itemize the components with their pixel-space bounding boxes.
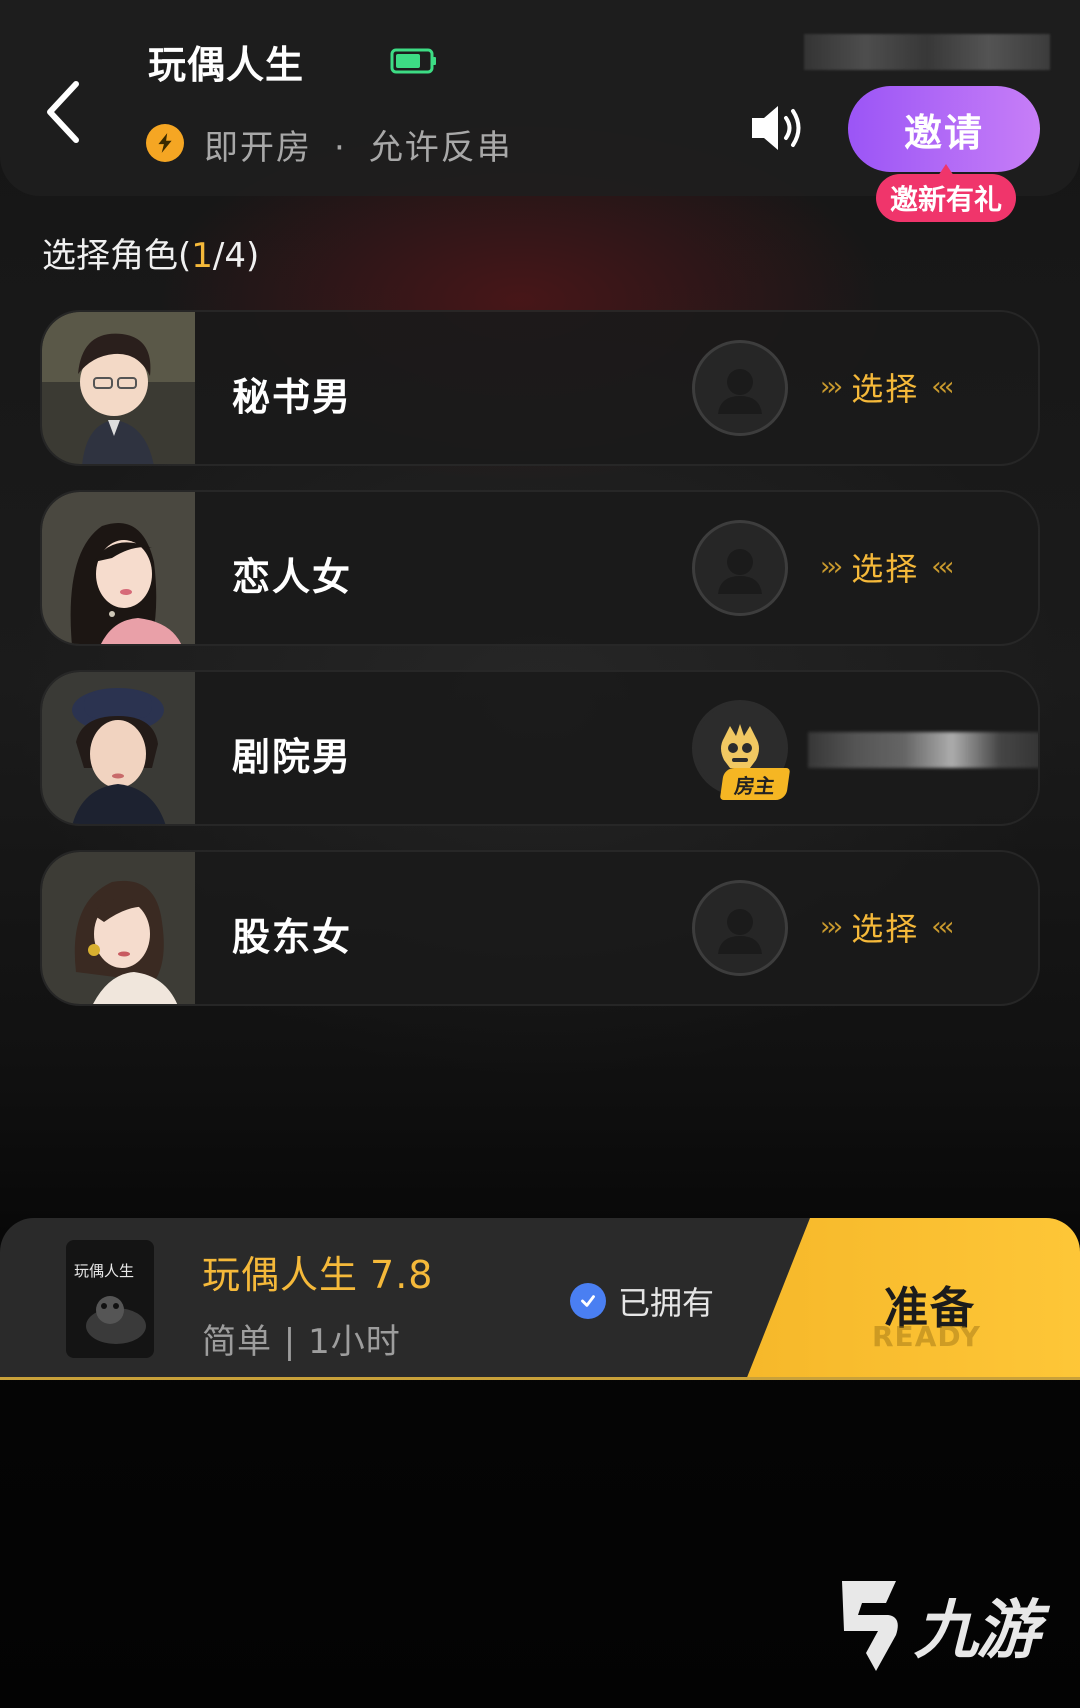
watermark-text: 九游 bbox=[914, 1594, 1040, 1668]
select-role-button[interactable]: ››› 选择 ‹‹‹ bbox=[820, 362, 954, 412]
speaker-icon[interactable] bbox=[748, 98, 808, 158]
select-label: 选择 bbox=[851, 370, 920, 408]
role-card[interactable]: 秘书男 ››› 选择 ‹‹‹ bbox=[40, 310, 1040, 466]
chevrons-right-icon: ››› bbox=[820, 552, 843, 582]
role-list: 秘书男 ››› 选择 ‹‹‹ 恋人女 ››› 选择 ‹‹‹ 剧院男 房主 股东女… bbox=[40, 310, 1040, 1030]
cover-title: 玩偶人生 bbox=[74, 1262, 134, 1280]
person-placeholder-icon bbox=[718, 909, 762, 954]
room-meta: 即开房 · 允许反串 bbox=[204, 120, 513, 169]
script-info-bar: 玩偶人生 玩偶人生 7.8 简单 | 1小时 已拥有 准备 READY bbox=[0, 1218, 1080, 1380]
chevrons-left-icon: ‹‹‹ bbox=[931, 912, 954, 942]
owned-status: 已拥有 bbox=[570, 1278, 714, 1324]
room-title: 玩偶人生 bbox=[148, 43, 305, 87]
back-button[interactable] bbox=[36, 72, 96, 152]
chevrons-left-icon: ‹‹‹ bbox=[931, 372, 954, 402]
script-meta: 简单 | 1小时 bbox=[202, 1322, 401, 1362]
room-rule: 允许反串 bbox=[368, 128, 513, 168]
role-section-title: 选择角色(1/4) bbox=[42, 228, 259, 277]
chevrons-right-icon: ››› bbox=[820, 372, 843, 402]
back-arrow-icon bbox=[47, 81, 79, 143]
room-type: 即开房 bbox=[204, 128, 312, 168]
role-portrait bbox=[42, 672, 195, 824]
empty-seat[interactable] bbox=[692, 880, 788, 976]
blurred-user-info bbox=[804, 34, 1050, 70]
empty-seat[interactable] bbox=[692, 520, 788, 616]
role-portrait bbox=[42, 852, 195, 1004]
role-name: 剧院男 bbox=[232, 735, 353, 779]
lightning-icon bbox=[146, 124, 184, 162]
role-name: 秘书男 bbox=[232, 375, 353, 419]
ready-sub-label: READY bbox=[872, 1320, 981, 1353]
select-label: 选择 bbox=[851, 910, 920, 948]
room-header: 玩偶人生 即开房 · 允许反串 邀请 bbox=[0, 0, 1080, 196]
role-card[interactable]: 恋人女 ››› 选择 ‹‹‹ bbox=[40, 490, 1040, 646]
role-name: 股东女 bbox=[232, 915, 353, 959]
select-label: 选择 bbox=[851, 550, 920, 588]
role-select-screen: 玩偶人生 即开房 · 允许反串 邀请 邀新有礼 选择角色(1/4) 秘书男 ››… bbox=[0, 0, 1080, 1708]
role-card[interactable]: 股东女 ››› 选择 ‹‹‹ bbox=[40, 850, 1040, 1006]
script-score: 7.8 bbox=[370, 1253, 434, 1297]
script-title-row: 玩偶人生 7.8 bbox=[202, 1244, 433, 1299]
role-portrait bbox=[42, 492, 195, 644]
chevrons-right-icon: ››› bbox=[820, 912, 843, 942]
select-role-button[interactable]: ››› 选择 ‹‹‹ bbox=[820, 902, 954, 952]
person-placeholder-icon bbox=[718, 369, 762, 414]
owned-label: 已拥有 bbox=[618, 1284, 715, 1322]
role-name: 恋人女 bbox=[232, 555, 353, 599]
role-count-total: /4) bbox=[212, 236, 260, 276]
meta-separator: · bbox=[334, 128, 347, 168]
battery-icon bbox=[390, 48, 436, 74]
role-count-current: 1 bbox=[191, 236, 213, 276]
invite-reward-badge: 邀新有礼 bbox=[876, 164, 1016, 222]
chevrons-left-icon: ‹‹‹ bbox=[931, 552, 954, 582]
role-count-prefix: 选择角色( bbox=[42, 236, 192, 276]
script-title: 玩偶人生 bbox=[202, 1253, 359, 1297]
script-cover[interactable]: 玩偶人生 bbox=[66, 1240, 154, 1358]
host-badge: 房主 bbox=[719, 768, 791, 800]
watermark: 九游 bbox=[822, 1570, 1042, 1680]
watermark-logo-icon bbox=[842, 1581, 898, 1671]
person-placeholder-icon bbox=[718, 549, 762, 594]
select-role-button[interactable]: ››› 选择 ‹‹‹ bbox=[820, 542, 954, 592]
role-portrait bbox=[42, 312, 195, 464]
role-card[interactable]: 剧院男 房主 bbox=[40, 670, 1040, 826]
check-circle-icon bbox=[570, 1283, 606, 1319]
ready-button[interactable]: 准备 READY bbox=[746, 1218, 1080, 1377]
blurred-host-name bbox=[808, 732, 1038, 768]
invite-button[interactable]: 邀请 bbox=[848, 86, 1040, 172]
empty-seat[interactable] bbox=[692, 340, 788, 436]
